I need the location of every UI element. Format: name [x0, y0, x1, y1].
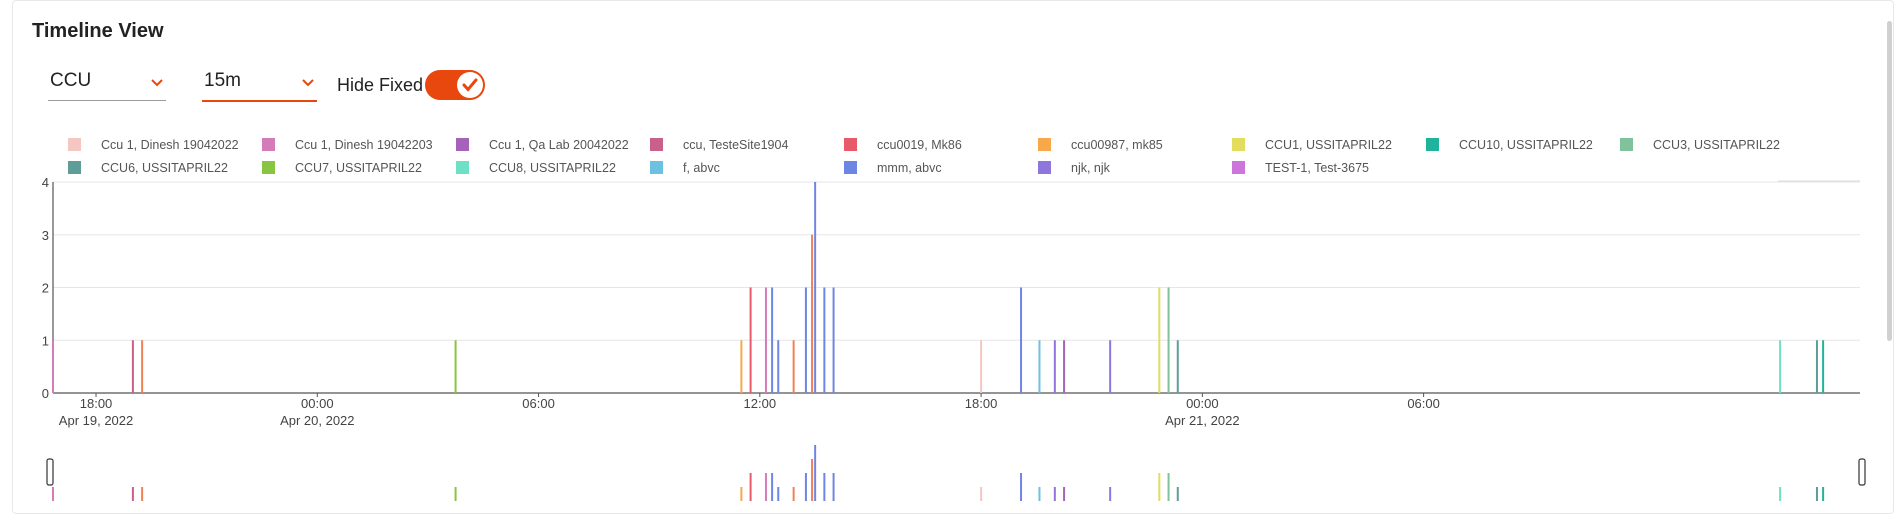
x-tick-label: 00:00 [1186, 396, 1219, 411]
navigator-handle-right[interactable] [1858, 458, 1866, 486]
legend-swatch[interactable] [262, 161, 275, 174]
x-tick-label: 18:00 [965, 396, 998, 411]
legend-swatch[interactable] [1038, 161, 1051, 174]
legend-swatch[interactable] [650, 138, 663, 151]
y-tick-label: 3 [42, 228, 49, 243]
legend-label[interactable]: CCU7, USSITAPRIL22 [295, 161, 422, 175]
x-tick-label: 18:00 [80, 396, 113, 411]
legend-label[interactable]: ccu00987, mk85 [1071, 138, 1163, 152]
x-tick-label: 12:00 [744, 396, 777, 411]
legend-swatch[interactable] [844, 161, 857, 174]
legend-label[interactable]: CCU8, USSITAPRIL22 [489, 161, 616, 175]
legend-label[interactable]: mmm, abvc [877, 161, 942, 175]
x-tick-label: 06:00 [1407, 396, 1440, 411]
legend-label[interactable]: CCU10, USSITAPRIL22 [1459, 138, 1593, 152]
x-tick-label: 00:00 [301, 396, 334, 411]
legend-label[interactable]: Ccu 1, Dinesh 19042203 [295, 138, 433, 152]
y-tick-label: 4 [42, 175, 49, 190]
legend-label[interactable]: ccu0019, Mk86 [877, 138, 962, 152]
x-tick-sublabel: Apr 21, 2022 [1165, 413, 1239, 428]
legend-swatch[interactable] [1426, 138, 1439, 151]
legend-swatch[interactable] [456, 138, 469, 151]
x-tick-label: 06:00 [522, 396, 555, 411]
x-tick-sublabel: Apr 20, 2022 [280, 413, 354, 428]
legend-swatch[interactable] [1232, 161, 1245, 174]
legend-swatch[interactable] [456, 161, 469, 174]
legend-swatch[interactable] [1038, 138, 1051, 151]
legend-label[interactable]: ccu, TesteSite1904 [683, 138, 788, 152]
x-tick-sublabel: Apr 19, 2022 [59, 413, 133, 428]
legend-swatch[interactable] [68, 161, 81, 174]
legend-label[interactable]: Ccu 1, Dinesh 19042022 [101, 138, 239, 152]
y-tick-label: 1 [42, 333, 49, 348]
legend-swatch[interactable] [262, 138, 275, 151]
legend-label[interactable]: CCU3, USSITAPRIL22 [1653, 138, 1780, 152]
legend-swatch[interactable] [68, 138, 81, 151]
legend-label[interactable]: njk, njk [1071, 161, 1111, 175]
y-tick-label: 0 [42, 386, 49, 401]
legend-label[interactable]: f, abvc [683, 161, 720, 175]
legend-swatch[interactable] [650, 161, 663, 174]
legend-label[interactable]: Ccu 1, Qa Lab 20042022 [489, 138, 629, 152]
legend-label[interactable]: CCU6, USSITAPRIL22 [101, 161, 228, 175]
legend-label[interactable]: TEST-1, Test-3675 [1265, 161, 1369, 175]
y-tick-label: 2 [42, 281, 49, 296]
legend-swatch[interactable] [1620, 138, 1633, 151]
navigator-handle-left[interactable] [46, 458, 54, 486]
legend-swatch[interactable] [1232, 138, 1245, 151]
legend-swatch[interactable] [844, 138, 857, 151]
timeline-chart[interactable]: Ccu 1, Dinesh 19042022 Ccu 1, Dinesh 1904… [0, 0, 1904, 512]
legend-label[interactable]: CCU1, USSITAPRIL22 [1265, 138, 1392, 152]
